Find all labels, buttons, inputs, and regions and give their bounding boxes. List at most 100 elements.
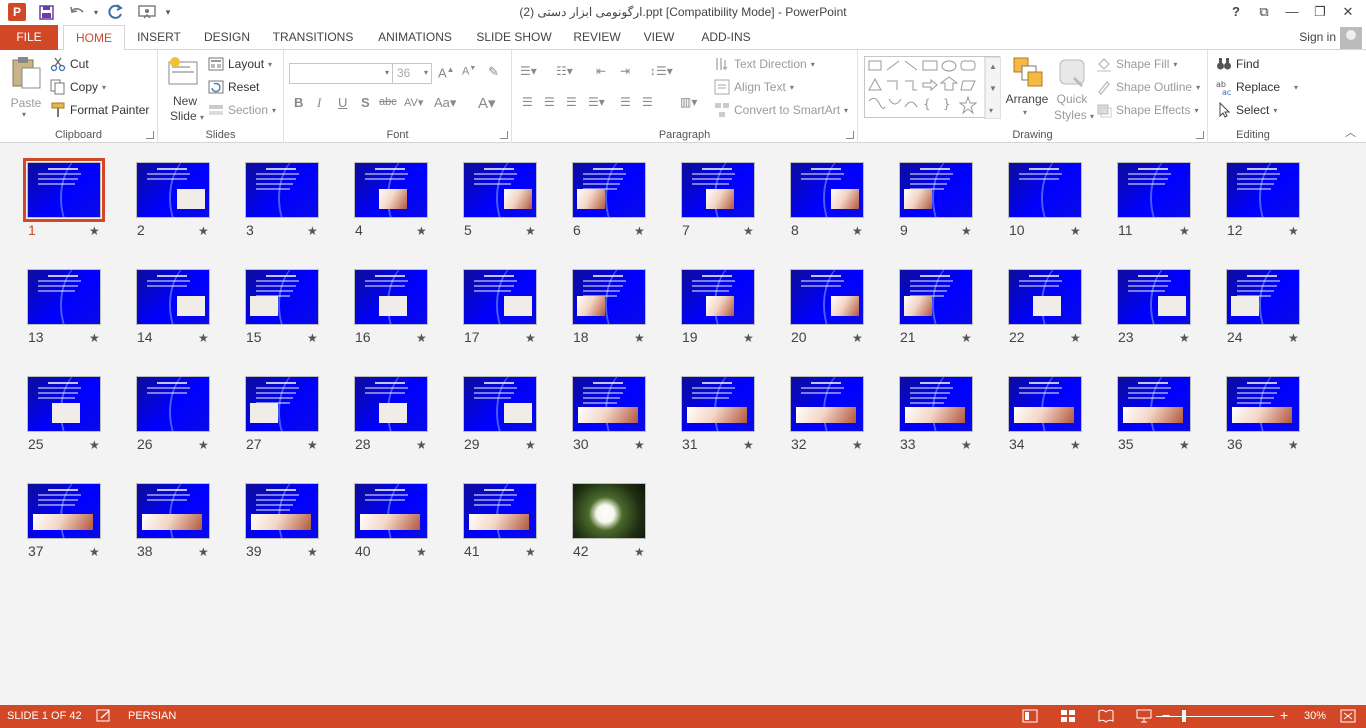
slide-animation-star-icon[interactable]: ★	[1070, 224, 1081, 238]
slide-animation-star-icon[interactable]: ★	[198, 331, 209, 345]
align-rtl-icon[interactable]: ☰	[620, 95, 631, 109]
close-button[interactable]: ✕	[1334, 2, 1362, 22]
slide-thumbnail[interactable]	[572, 162, 646, 218]
slide-thumbnail[interactable]	[463, 376, 537, 432]
slide-show-view-icon[interactable]	[1136, 709, 1152, 723]
notes-proofing-icon[interactable]	[96, 709, 112, 723]
slide-thumbnail[interactable]	[136, 269, 210, 325]
text-shadow-icon[interactable]: S	[361, 95, 370, 110]
slide-animation-star-icon[interactable]: ★	[525, 545, 536, 559]
slide-thumbnail[interactable]	[463, 269, 537, 325]
slide-thumbnail[interactable]	[681, 162, 755, 218]
slide-animation-star-icon[interactable]: ★	[743, 438, 754, 452]
slide-animation-star-icon[interactable]: ★	[525, 224, 536, 238]
shapes-gallery[interactable]: { } ▲ ▼ ▾	[864, 56, 1002, 120]
slide-thumbnail[interactable]	[790, 162, 864, 218]
slide-animation-star-icon[interactable]: ★	[525, 331, 536, 345]
font-color-icon[interactable]: A▾	[478, 94, 496, 112]
ribbon-display-options-button[interactable]: ⧉	[1250, 2, 1278, 22]
slide-animation-star-icon[interactable]: ★	[634, 331, 645, 345]
slide-thumbnail[interactable]	[245, 483, 319, 539]
align-center-icon[interactable]: ☰	[544, 95, 555, 109]
slide-thumbnail[interactable]	[354, 376, 428, 432]
section-button[interactable]: Section ▾	[208, 102, 276, 118]
tab-transitions[interactable]: TRANSITIONS	[268, 25, 358, 50]
italic-icon[interactable]: I	[317, 95, 321, 111]
slide-sorter-view-icon[interactable]	[1060, 709, 1076, 723]
arrange-button[interactable]: Arrange ▾	[1004, 54, 1050, 126]
shape-fill-button[interactable]: Shape Fill ▾	[1096, 56, 1177, 72]
slide-thumbnail[interactable]	[790, 269, 864, 325]
font-dialog-launcher-icon[interactable]	[500, 131, 508, 139]
slide-animation-star-icon[interactable]: ★	[89, 331, 100, 345]
slide-animation-star-icon[interactable]: ★	[1070, 438, 1081, 452]
slide-animation-star-icon[interactable]: ★	[89, 545, 100, 559]
slide-thumbnail[interactable]	[1226, 376, 1300, 432]
slide-thumbnail[interactable]	[681, 376, 755, 432]
slide-thumbnail[interactable]	[463, 483, 537, 539]
slide-animation-star-icon[interactable]: ★	[307, 224, 318, 238]
slide-animation-star-icon[interactable]: ★	[307, 331, 318, 345]
slide-animation-star-icon[interactable]: ★	[743, 224, 754, 238]
font-name-dropdown-icon[interactable]: ▾	[385, 68, 389, 77]
find-button[interactable]: Find	[1216, 56, 1259, 72]
copy-button[interactable]: Copy ▾	[50, 79, 106, 95]
slide-animation-star-icon[interactable]: ★	[1070, 331, 1081, 345]
reset-button[interactable]: Reset	[208, 79, 259, 95]
clear-formatting-icon[interactable]: ✎	[488, 64, 499, 80]
zoom-slider[interactable]	[1156, 716, 1274, 717]
slide-animation-star-icon[interactable]: ★	[1288, 224, 1299, 238]
cut-button[interactable]: Cut	[50, 56, 89, 72]
fit-to-window-icon[interactable]	[1340, 709, 1356, 723]
columns-icon[interactable]: ▥▾	[680, 95, 697, 109]
select-button[interactable]: Select ▾	[1216, 101, 1277, 118]
slide-thumbnail[interactable]	[1226, 269, 1300, 325]
slide-thumbnail[interactable]	[899, 269, 973, 325]
slide-animation-star-icon[interactable]: ★	[416, 331, 427, 345]
align-right-icon[interactable]: ☰	[566, 95, 577, 109]
slide-animation-star-icon[interactable]: ★	[525, 438, 536, 452]
slide-animation-star-icon[interactable]: ★	[89, 224, 100, 238]
slide-thumbnail[interactable]	[245, 162, 319, 218]
slide-thumbnail[interactable]	[1008, 269, 1082, 325]
slide-thumbnail[interactable]	[572, 483, 646, 539]
sign-in-link[interactable]: Sign in	[1299, 25, 1336, 50]
slide-thumbnail[interactable]	[572, 269, 646, 325]
slide-animation-star-icon[interactable]: ★	[307, 438, 318, 452]
tab-animations[interactable]: ANIMATIONS	[370, 25, 460, 50]
slide-animation-star-icon[interactable]: ★	[961, 331, 972, 345]
justify-icon[interactable]: ☰▾	[588, 95, 605, 109]
slide-thumbnail[interactable]	[136, 162, 210, 218]
shape-effects-button[interactable]: Shape Effects ▾	[1096, 102, 1199, 118]
tab-design[interactable]: DESIGN	[198, 25, 256, 50]
slide-thumbnail[interactable]	[1117, 162, 1191, 218]
minimize-button[interactable]: —	[1278, 2, 1306, 22]
shape-outline-button[interactable]: Shape Outline ▾	[1096, 79, 1200, 95]
copy-dropdown-icon[interactable]: ▾	[102, 83, 106, 92]
slide-animation-star-icon[interactable]: ★	[307, 545, 318, 559]
slide-thumbnail[interactable]	[1008, 376, 1082, 432]
slide-thumbnail[interactable]	[899, 376, 973, 432]
layout-button[interactable]: Layout ▾	[208, 56, 272, 72]
grow-font-icon[interactable]: A▲	[438, 65, 455, 80]
convert-smartart-button[interactable]: Convert to SmartArt ▾	[714, 102, 848, 118]
slide-thumbnail[interactable]	[463, 162, 537, 218]
align-left-icon[interactable]: ☰	[522, 95, 533, 109]
zoom-slider-thumb[interactable]	[1182, 710, 1186, 722]
line-spacing-icon[interactable]: ↕☰▾	[650, 64, 673, 78]
slide-thumbnail[interactable]	[1117, 376, 1191, 432]
tab-view[interactable]: VIEW	[636, 25, 682, 50]
increase-indent-icon[interactable]: ⇥	[620, 64, 630, 78]
strikethrough-icon[interactable]: abc	[379, 96, 397, 108]
slide-animation-star-icon[interactable]: ★	[416, 438, 427, 452]
slide-thumbnail[interactable]	[1226, 162, 1300, 218]
drawing-dialog-launcher-icon[interactable]	[1196, 131, 1204, 139]
font-size-dropdown-icon[interactable]: ▾	[424, 68, 428, 77]
decrease-indent-icon[interactable]: ⇤	[596, 64, 606, 78]
tab-review[interactable]: REVIEW	[568, 25, 626, 50]
change-case-icon[interactable]: Aa▾	[434, 95, 456, 111]
help-button[interactable]: ?	[1222, 2, 1250, 22]
slide-thumbnail[interactable]	[245, 269, 319, 325]
slide-animation-star-icon[interactable]: ★	[1288, 331, 1299, 345]
tab-file[interactable]: FILE	[0, 25, 58, 50]
